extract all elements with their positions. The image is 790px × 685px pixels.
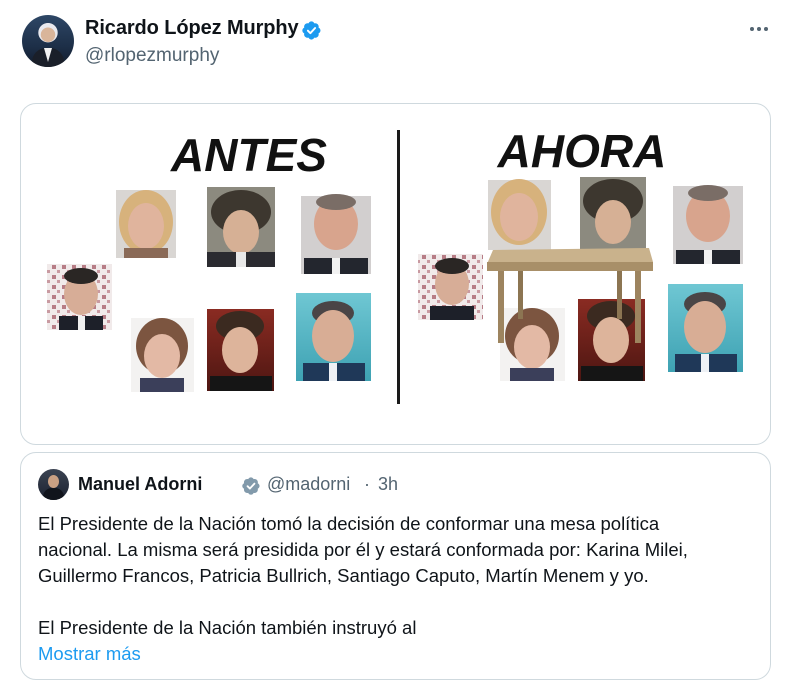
portrait-patricia-left bbox=[131, 318, 194, 392]
portrait-patricia-right bbox=[500, 308, 565, 381]
meme-image: ANTES AHORA bbox=[47, 125, 743, 404]
author-avatar[interactable] bbox=[22, 15, 74, 67]
portrait-karina-right bbox=[488, 179, 551, 250]
portrait-santiago-left bbox=[207, 309, 274, 391]
tweet-media-image[interactable]: ANTES AHORA bbox=[20, 103, 771, 445]
portrait-javier-left bbox=[207, 187, 275, 267]
quoted-author-avatar[interactable] bbox=[38, 469, 69, 500]
more-horizontal-icon[interactable] bbox=[747, 19, 771, 39]
quoted-tweet[interactable]: Manuel Adorni @madorni · 3h El President… bbox=[20, 452, 771, 680]
ahora-title: AHORA bbox=[497, 125, 667, 177]
portrait-karina-left bbox=[116, 190, 176, 258]
quoted-text-line: El Presidente de la Nación tomó la decis… bbox=[38, 513, 660, 534]
meta-separator: · bbox=[364, 474, 370, 494]
verified-gray-badge-icon bbox=[242, 477, 260, 495]
portrait-guillermo-right bbox=[673, 185, 743, 264]
portrait-guillermo-left bbox=[301, 194, 371, 274]
portrait-manuel-right bbox=[668, 284, 743, 372]
show-more-link[interactable]: Mostrar más bbox=[38, 641, 141, 667]
author-handle[interactable]: @rlopezmurphy bbox=[85, 45, 219, 67]
portrait-martin-left bbox=[47, 264, 112, 330]
quoted-text-line: El Presidente de la Nación también instr… bbox=[38, 617, 417, 638]
portrait-martin-right bbox=[418, 254, 483, 320]
antes-title: ANTES bbox=[170, 129, 327, 181]
author-name[interactable]: Ricardo López Murphy bbox=[85, 17, 299, 40]
quoted-text-line: Guillermo Francos, Patricia Bullrich, Sa… bbox=[38, 565, 649, 586]
verified-badge-icon bbox=[302, 21, 321, 40]
quoted-author-handle[interactable]: @madorni bbox=[267, 474, 350, 495]
quoted-author-name[interactable]: Manuel Adorni bbox=[78, 474, 202, 495]
tweet: Ricardo López Murphy @rlopezmurphy ANTES… bbox=[0, 0, 790, 685]
portrait-santiago-right bbox=[578, 299, 645, 381]
quoted-text-line: nacional. La misma será presidida por él… bbox=[38, 539, 688, 560]
center-divider bbox=[397, 130, 400, 404]
portrait-javier-right bbox=[580, 177, 646, 257]
quoted-timestamp[interactable]: 3h bbox=[378, 474, 398, 495]
portrait-manuel-left bbox=[296, 293, 371, 381]
